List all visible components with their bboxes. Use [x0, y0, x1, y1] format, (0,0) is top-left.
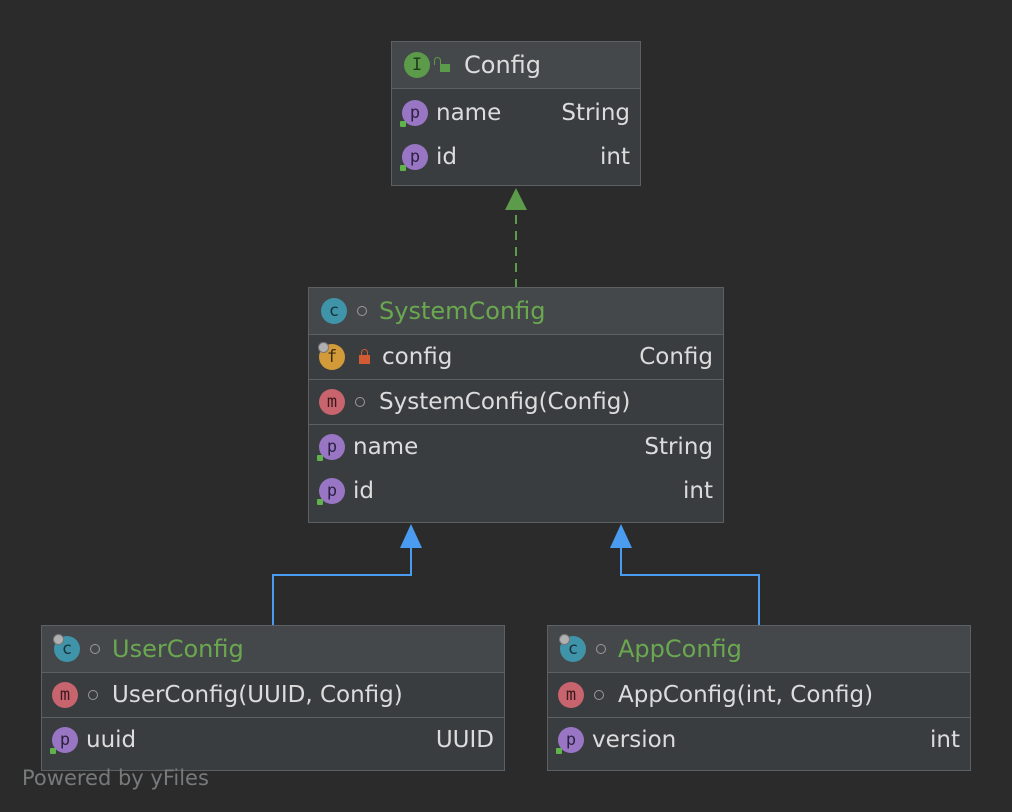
constructor-signature: AppConfig(int, Config): [618, 682, 874, 708]
userconfig-class-node[interactable]: c UserConfig m UserConfig(UUID, Config) …: [41, 625, 505, 771]
constructor-signature: SystemConfig(Config): [379, 389, 631, 415]
property-row[interactable]: p name String: [309, 425, 723, 469]
property-icon: p: [50, 727, 78, 754]
properties-section: p uuid UUID: [42, 718, 504, 762]
package-visibility-icon: [355, 397, 365, 407]
property-row[interactable]: p id int: [309, 469, 723, 513]
property-icon: p: [400, 100, 428, 127]
property-type: int: [930, 727, 960, 753]
property-row[interactable]: p name String: [392, 91, 640, 135]
field-type: Config: [639, 344, 713, 370]
property-type: int: [600, 144, 630, 170]
arrowhead-systemconfig-left: [400, 524, 422, 548]
field-icon: f: [318, 342, 345, 370]
method-icon: m: [52, 682, 78, 708]
package-visibility-icon: [357, 306, 367, 316]
arrowhead-config: [505, 188, 527, 210]
package-visibility-icon: [596, 644, 606, 654]
arrowhead-systemconfig-right: [610, 524, 632, 548]
appconfig-class-node[interactable]: c AppConfig m AppConfig(int, Config) p v…: [547, 625, 971, 771]
powered-by-watermark: Powered by yFiles: [22, 766, 209, 790]
method-icon: m: [558, 682, 584, 708]
node-title: SystemConfig: [379, 297, 546, 325]
property-icon: p: [317, 434, 345, 461]
property-name: uuid: [86, 727, 137, 753]
interface-icon: I: [404, 52, 430, 78]
property-type: UUID: [435, 727, 494, 753]
property-name: id: [353, 478, 374, 504]
node-title: AppConfig: [618, 635, 742, 663]
constructors-section: m UserConfig(UUID, Config): [42, 673, 504, 718]
field-row[interactable]: f config Config: [309, 335, 723, 379]
property-icon: p: [556, 727, 584, 754]
property-row[interactable]: p uuid UUID: [42, 718, 504, 762]
systemconfig-class-node[interactable]: c SystemConfig f config Config m SystemC…: [308, 287, 724, 523]
node-header: c UserConfig: [42, 626, 504, 673]
package-visibility-icon: [594, 690, 604, 700]
properties-section: p name String p id int: [392, 89, 640, 179]
property-icon: p: [317, 478, 345, 505]
property-name: id: [436, 144, 457, 170]
property-name: name: [353, 434, 419, 460]
edge-appconfig-systemconfig: [620, 548, 760, 626]
constructor-signature: UserConfig(UUID, Config): [112, 682, 403, 708]
fields-section: f config Config: [309, 335, 723, 380]
node-header: c SystemConfig: [309, 288, 723, 335]
property-type: String: [644, 434, 713, 460]
field-name: config: [382, 344, 453, 370]
class-icon: c: [53, 634, 80, 662]
method-icon: m: [319, 389, 345, 415]
property-row[interactable]: p id int: [392, 135, 640, 179]
class-icon: c: [321, 298, 347, 324]
class-icon: c: [559, 634, 586, 662]
node-header: c AppConfig: [548, 626, 970, 673]
constructors-section: m SystemConfig(Config): [309, 380, 723, 425]
package-visibility-icon: [90, 644, 100, 654]
constructor-row[interactable]: m UserConfig(UUID, Config): [42, 673, 504, 717]
constructor-row[interactable]: m SystemConfig(Config): [309, 380, 723, 424]
constructor-row[interactable]: m AppConfig(int, Config): [548, 673, 970, 717]
property-row[interactable]: p version int: [548, 718, 970, 762]
property-name: version: [592, 727, 677, 753]
node-title: Config: [464, 51, 542, 79]
private-lock-icon: [359, 348, 370, 364]
config-interface-node[interactable]: I Config p name String p id int: [391, 41, 641, 186]
node-title: UserConfig: [112, 635, 244, 663]
property-type: String: [561, 100, 630, 126]
public-visibility-icon: [434, 56, 450, 72]
node-header: I Config: [392, 42, 640, 89]
property-name: name: [436, 100, 502, 126]
edge-userconfig-systemconfig: [272, 548, 412, 626]
property-type: int: [683, 478, 713, 504]
property-icon: p: [400, 144, 428, 171]
properties-section: p version int: [548, 718, 970, 762]
package-visibility-icon: [88, 690, 98, 700]
properties-section: p name String p id int: [309, 425, 723, 513]
constructors-section: m AppConfig(int, Config): [548, 673, 970, 718]
